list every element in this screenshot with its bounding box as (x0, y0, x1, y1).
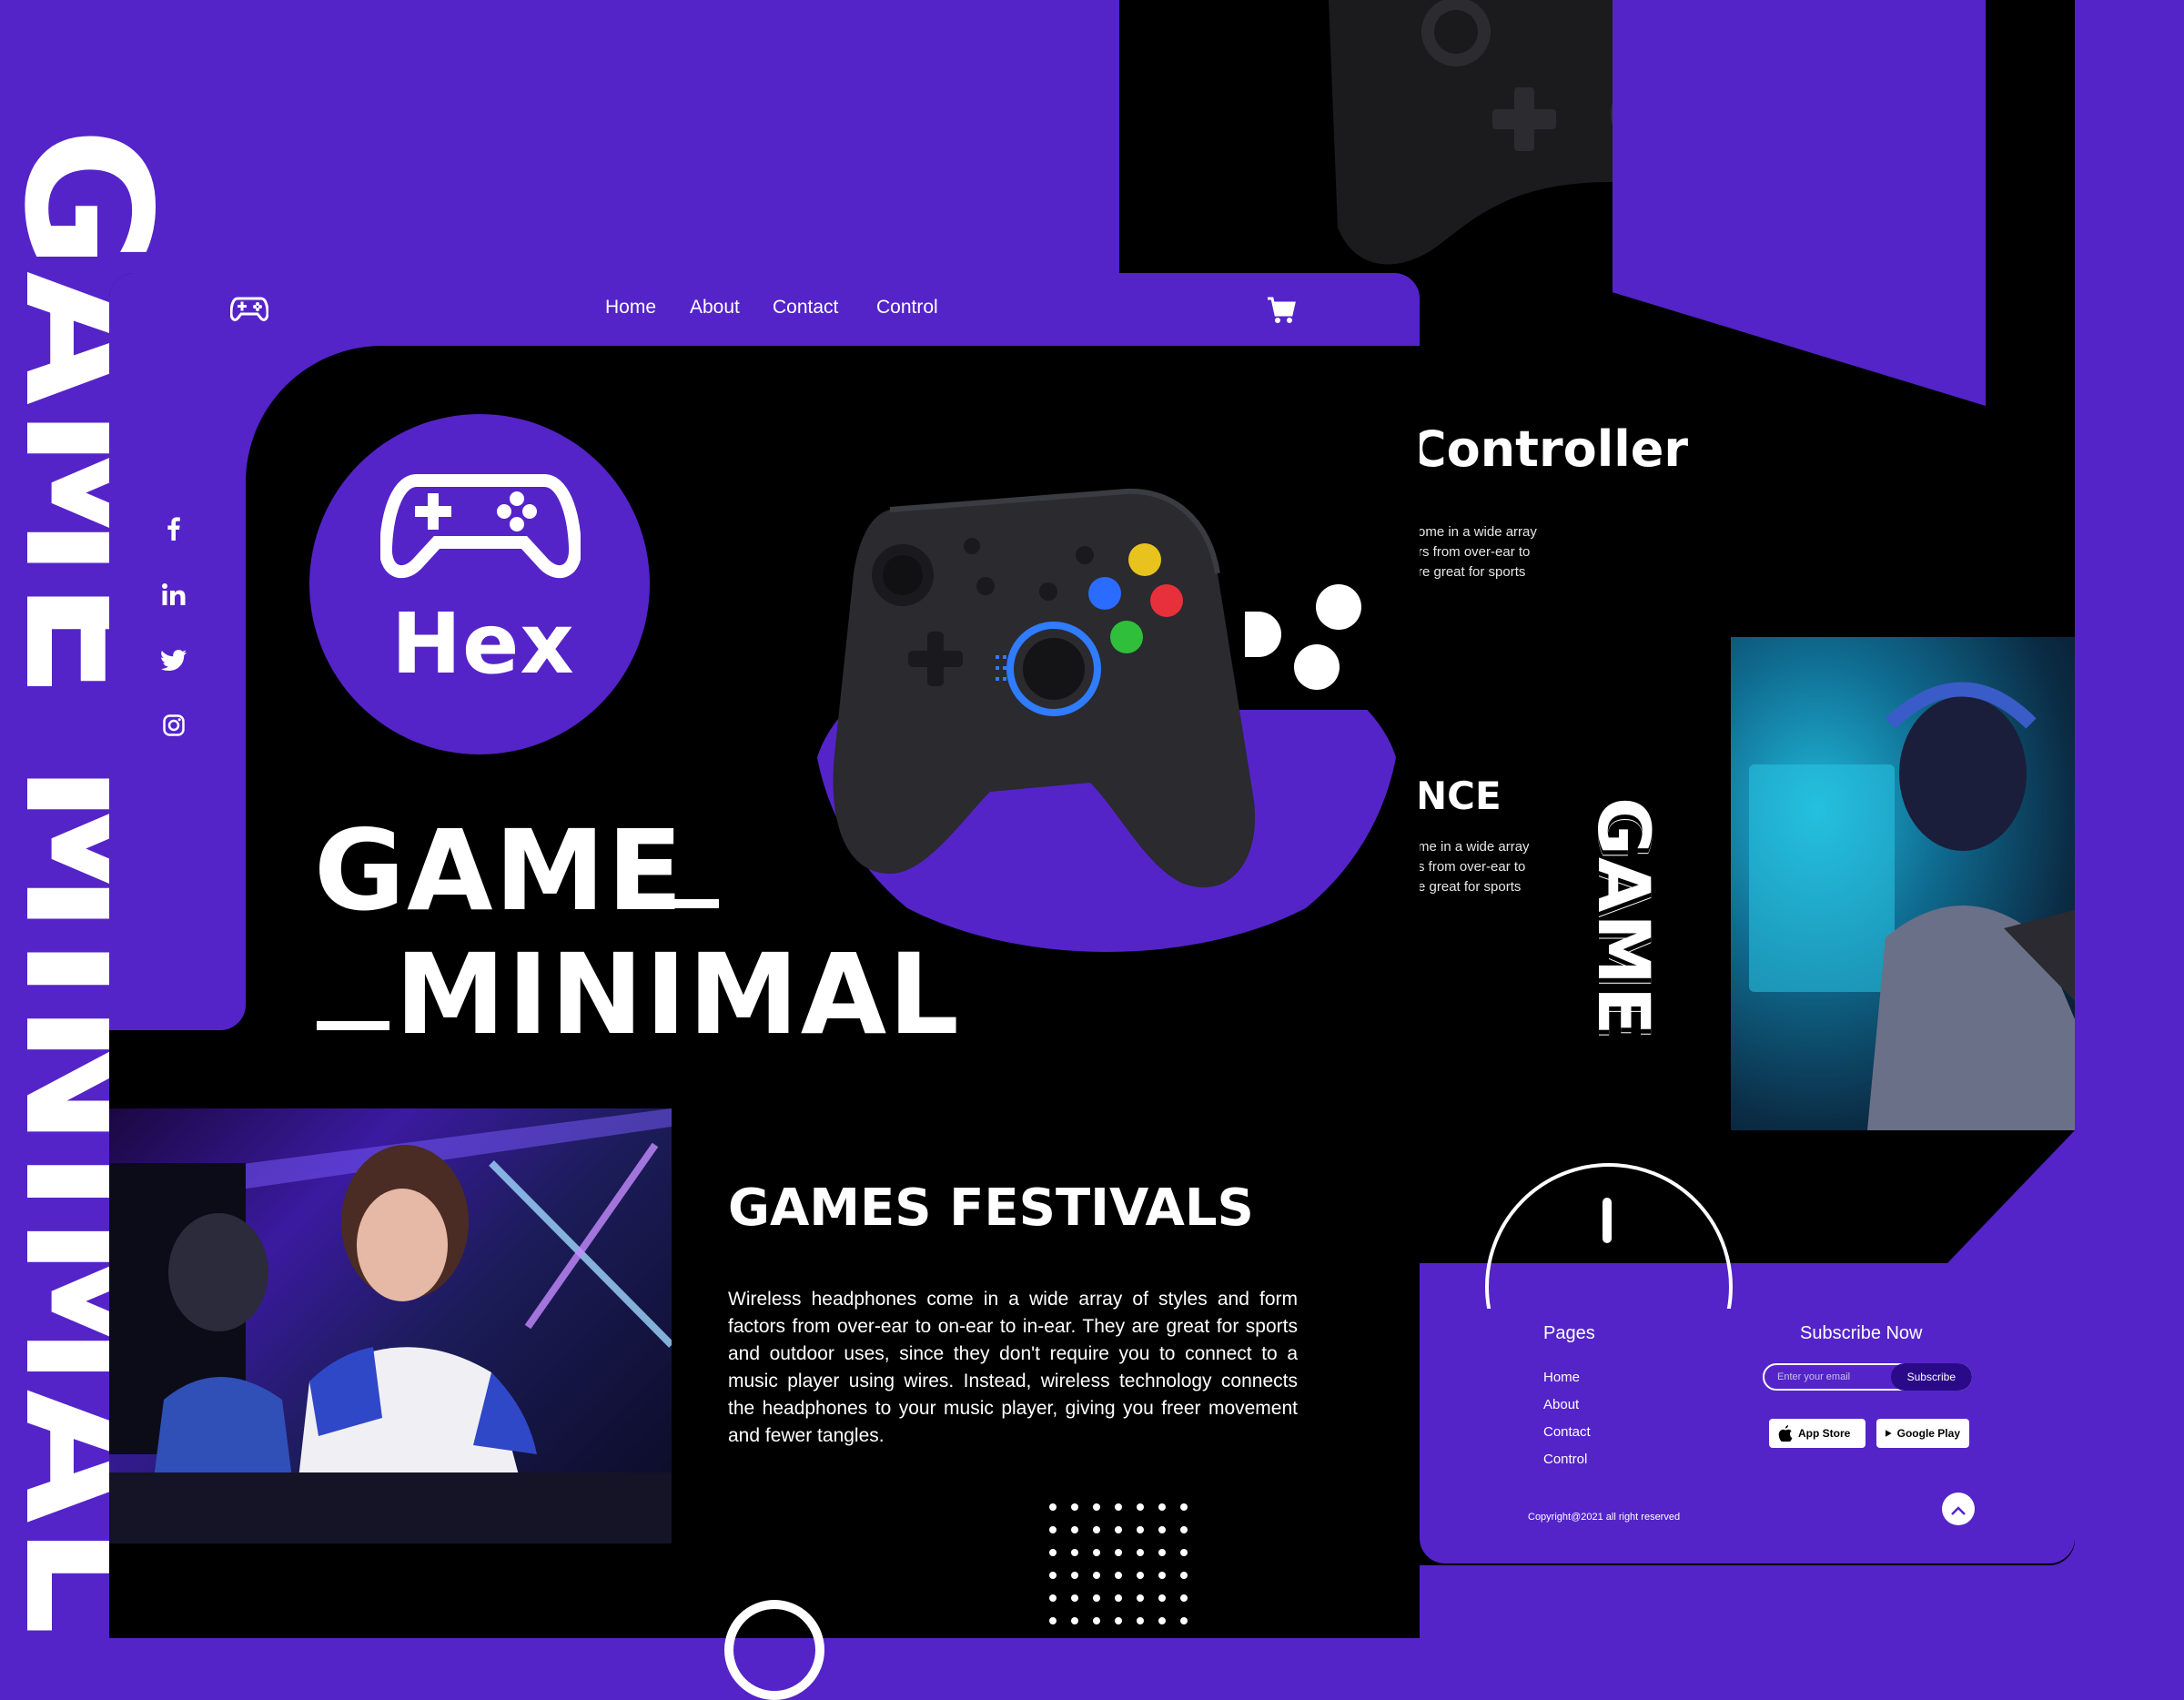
festival-body: Wireless headphones come in a wide array… (728, 1289, 1298, 1446)
subscribe-button[interactable]: Subscribe (1890, 1363, 1972, 1391)
nav-about[interactable]: About (690, 297, 740, 319)
google-play-label: Google Play (1896, 1427, 1960, 1440)
navbar (109, 273, 1420, 346)
hero-title-line1: GAME (314, 806, 685, 936)
power-icon (1603, 1198, 1612, 1243)
back-subheading: NCE (1415, 774, 1502, 818)
decor-dot (1294, 644, 1340, 690)
hero-underscore-2 (317, 1021, 389, 1030)
back-text-1: ome in a wide array rs from over-ear to … (1418, 524, 1537, 580)
google-play-icon (1886, 1430, 1892, 1437)
footer-subscribe-title: Subscribe Now (1800, 1323, 1923, 1343)
nav-control[interactable]: Control (876, 297, 938, 319)
hero-underscore-1 (655, 899, 719, 908)
footer-pages-title: Pages (1543, 1323, 1595, 1343)
gamepad-logo-icon[interactable] (230, 297, 268, 322)
apple-icon (1778, 1425, 1793, 1442)
footer-link-about[interactable]: About (1543, 1397, 1579, 1412)
subscribe-form: Subscribe (1763, 1363, 1972, 1391)
scroll-top-button[interactable] (1942, 1493, 1975, 1525)
google-play-button[interactable]: Google Play (1876, 1419, 1969, 1448)
gamepad-icon (380, 474, 581, 579)
instagram-icon[interactable] (160, 712, 187, 739)
back-heading: Controller (1410, 420, 1688, 478)
back-vertical-title: GAME (1582, 797, 1663, 1037)
facebook-icon[interactable] (160, 515, 187, 542)
footer-link-control[interactable]: Control (1543, 1452, 1587, 1467)
controller-hero-image (833, 488, 1256, 888)
logo-text: Hex (391, 595, 575, 693)
left-sidebar (109, 346, 246, 1030)
footer-link-home[interactable]: Home (1543, 1370, 1580, 1385)
nav-contact[interactable]: Contact (773, 297, 838, 319)
gamer-photo-1 (109, 1108, 672, 1543)
nav-home[interactable]: Home (605, 297, 656, 319)
app-store-button[interactable]: App Store (1769, 1419, 1866, 1448)
gamer-photo-2 (1731, 637, 2075, 1130)
chevron-up-icon (1951, 1506, 1966, 1515)
festival-title: GAMES FESTIVALS (728, 1179, 1254, 1238)
hex-logo-badge (309, 414, 650, 754)
app-store-label: App Store (1798, 1427, 1851, 1440)
decor-ring (724, 1600, 824, 1700)
linkedin-icon[interactable] (160, 581, 187, 608)
footer-link-contact[interactable]: Contact (1543, 1424, 1591, 1440)
copyright: Copyright@2021 all right reserved (1528, 1512, 1681, 1523)
hero-title-line2: MINIMAL (395, 930, 961, 1059)
twitter-icon[interactable] (160, 646, 187, 673)
email-input[interactable] (1775, 1371, 1888, 1383)
dots-pattern (1049, 1503, 1188, 1624)
decor-dot (1316, 584, 1361, 630)
back-text-2: me in a wide array s from over-ear to e … (1418, 839, 1530, 895)
cart-icon[interactable] (1267, 297, 1296, 324)
